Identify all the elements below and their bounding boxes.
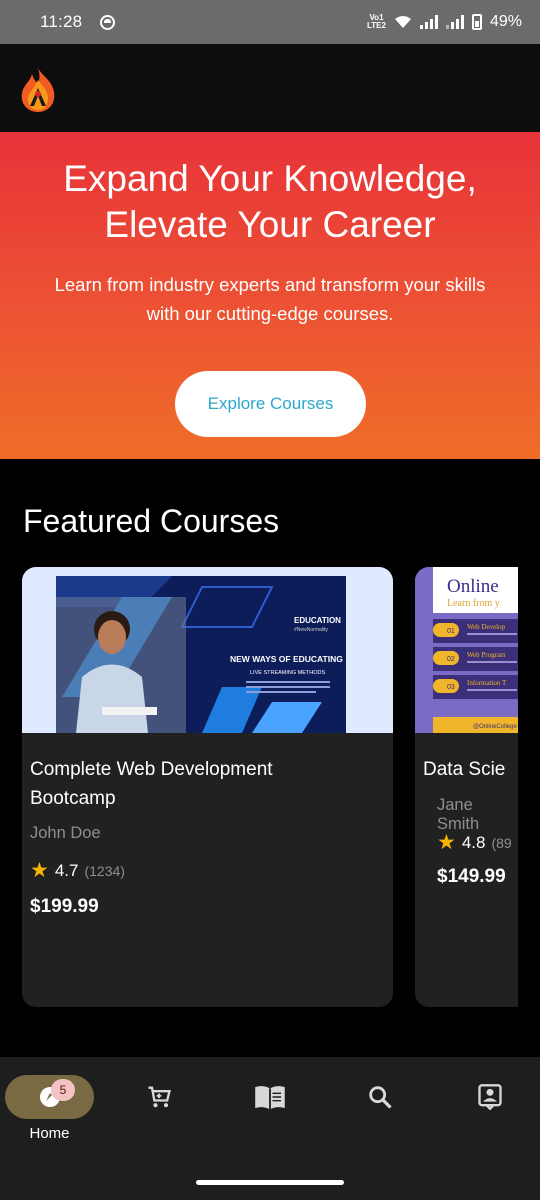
volte-bottom: LTE2 <box>367 21 386 30</box>
cart-icon <box>148 1086 171 1108</box>
hero-title-line1: Expand Your Knowledge, <box>63 158 477 199</box>
hero-title-line2: Elevate Your Career <box>104 204 436 245</box>
screen-record-icon <box>100 14 116 30</box>
rating-value: 4.7 <box>54 860 79 880</box>
thumb-tag: #NewNormality <box>294 627 328 633</box>
course-title-line1: Complete Web Development <box>30 759 273 780</box>
nav-home-label[interactable]: Home <box>5 1125 94 1142</box>
hero-banner: Expand Your Knowledge, Elevate Your Care… <box>0 132 540 459</box>
hero-title: Expand Your Knowledge, Elevate Your Care… <box>0 156 540 248</box>
review-count: (1234) <box>84 862 125 879</box>
thumb-subhead: LIVE STREAMING METHODS <box>250 670 326 676</box>
thumb2-footer: @OnlineCollege <box>473 724 517 730</box>
hero-subtitle-line1: Learn from industry experts and transfor… <box>54 274 486 295</box>
star-icon: ★ <box>30 859 49 882</box>
nav-search[interactable] <box>336 1075 424 1119</box>
book-icon <box>255 1086 285 1110</box>
star-icon: ★ <box>437 831 456 854</box>
course-card[interactable]: EDUCATION #NewNormality NEW WAYS OF EDUC… <box>22 567 393 1007</box>
course-price: $199.99 <box>30 896 99 917</box>
wifi-icon <box>394 16 411 28</box>
course-price: $149.99 <box>437 866 506 887</box>
course-rating: ★ 4.7 (1234) <box>30 858 125 883</box>
thumb2-num2: 02 <box>447 656 455 663</box>
review-count: (89 <box>491 834 512 851</box>
gesture-navigation-bar[interactable] <box>196 1180 344 1185</box>
signal-icon <box>419 15 438 29</box>
nav-home[interactable]: 5 <box>5 1075 94 1119</box>
course-rating: ★ 4.8 (89 <box>437 830 512 855</box>
hero-subtitle-line2: with our cutting-edge courses. <box>146 303 394 324</box>
flame-logo-icon[interactable] <box>18 66 58 114</box>
thumb2-heading: Online <box>447 576 499 597</box>
search-icon <box>369 1086 392 1109</box>
nav-profile[interactable] <box>446 1075 534 1119</box>
course-instructor: John Doe <box>30 824 101 842</box>
course-title-line2: Bootcamp <box>30 788 116 809</box>
nav-courses[interactable] <box>226 1075 314 1119</box>
battery-icon <box>471 14 482 30</box>
thumb-brand: EDUCATION <box>294 616 341 625</box>
signal-icon-2 <box>445 15 464 29</box>
course-thumbnail: EDUCATION #NewNormality NEW WAYS OF EDUC… <box>22 567 393 733</box>
battery-percent: 49% <box>489 13 522 30</box>
hero-subtitle: Learn from industry experts and transfor… <box>20 270 520 328</box>
app-header <box>0 44 540 132</box>
course-title: Data Scie <box>423 759 506 780</box>
nav-cart[interactable] <box>115 1075 203 1119</box>
course-instructor: Jane Smith <box>437 796 480 833</box>
bottom-nav: 5 Home <box>0 1057 540 1200</box>
thumb-headline: NEW WAYS OF EDUCATING <box>230 654 343 664</box>
thumb2-num1: 01 <box>447 628 455 635</box>
volte-indicator: Vo1 LTE2 <box>367 14 386 30</box>
status-indicators: Vo1 LTE2 49% <box>367 13 522 31</box>
status-time: 11:28 <box>40 12 83 31</box>
status-bar: 11:28 Vo1 LTE2 49% <box>0 0 540 44</box>
thumb2-item3: Information T <box>467 679 507 687</box>
course-card[interactable]: Online Learn from y 01 02 03 Web Develop… <box>415 567 518 1007</box>
course-title: Complete Web Development Bootcamp <box>30 755 380 813</box>
explore-courses-button[interactable]: Explore Courses <box>175 371 366 437</box>
profile-icon <box>478 1084 502 1111</box>
cart-badge: 5 <box>51 1079 75 1101</box>
thumb2-item2: Web Program <box>467 651 506 659</box>
online-college-thumbnail-art: Online Learn from y 01 02 03 Web Develop… <box>415 567 518 733</box>
thumb2-subheading: Learn from y <box>447 598 500 609</box>
rating-value: 4.8 <box>461 832 486 852</box>
course-thumbnail: Online Learn from y 01 02 03 Web Develop… <box>415 567 518 733</box>
featured-courses-heading: Featured Courses <box>23 503 280 539</box>
thumb2-num3: 03 <box>447 684 455 691</box>
education-thumbnail-art: EDUCATION #NewNormality NEW WAYS OF EDUC… <box>56 576 346 733</box>
thumb2-item1: Web Develop <box>467 623 506 631</box>
